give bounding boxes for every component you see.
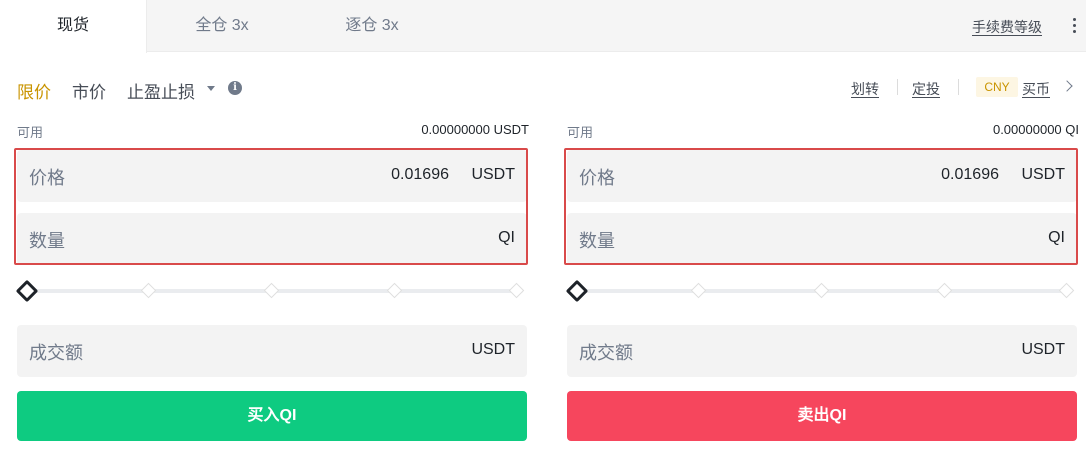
slider-tick-50[interactable] — [263, 282, 280, 299]
buy-button[interactable]: 买入QI — [17, 391, 527, 441]
slider-tick-25[interactable] — [140, 282, 157, 299]
slider-tick-75[interactable] — [936, 282, 953, 299]
price-input[interactable]: 价格 0.01696 USDT — [17, 150, 527, 202]
price-unit: USDT — [471, 166, 515, 183]
slider-thumb[interactable] — [15, 279, 39, 303]
slider-thumb[interactable] — [565, 279, 589, 303]
amount-percent-slider[interactable] — [15, 279, 529, 303]
total-label: 成交额 — [29, 343, 83, 363]
sell-button[interactable]: 卖出QI — [567, 391, 1077, 441]
buy-order-panel: 可用 0.00000000 USDT 价格 0.01696 USDT 数量 QI… — [14, 0, 529, 456]
slider-tick-25[interactable] — [690, 282, 707, 299]
amount-label: 数量 — [579, 231, 615, 251]
slider-tick-75[interactable] — [386, 282, 403, 299]
price-label: 价格 — [579, 168, 615, 188]
amount-unit: QI — [498, 229, 515, 246]
amount-label: 数量 — [29, 231, 65, 251]
available-balance: 0.00000000 USDT — [421, 122, 529, 137]
amount-unit: QI — [1048, 229, 1065, 246]
available-balance: 0.00000000 QI — [992, 122, 1079, 137]
slider-tick-50[interactable] — [813, 282, 830, 299]
price-value[interactable]: 0.01696 — [391, 166, 449, 184]
slider-tick-100[interactable] — [508, 282, 525, 299]
available-label: 可用 — [567, 125, 594, 140]
price-input[interactable]: 价格 0.01696 USDT — [567, 150, 1077, 202]
amount-percent-slider[interactable] — [565, 279, 1079, 303]
price-value[interactable]: 0.01696 — [941, 166, 999, 184]
amount-input[interactable]: 数量 QI — [17, 213, 527, 265]
total-unit: USDT — [1021, 341, 1065, 358]
price-unit: USDT — [1021, 166, 1065, 183]
amount-input[interactable]: 数量 QI — [567, 213, 1077, 265]
total-label: 成交额 — [579, 343, 633, 363]
total-unit: USDT — [471, 341, 515, 358]
total-input[interactable]: 成交额 USDT — [567, 325, 1077, 377]
total-input[interactable]: 成交额 USDT — [17, 325, 527, 377]
available-label: 可用 — [17, 125, 44, 140]
slider-tick-100[interactable] — [1058, 282, 1075, 299]
sell-order-panel: 可用 0.00000000 QI 价格 0.01696 USDT 数量 QI 成… — [564, 0, 1079, 456]
price-label: 价格 — [29, 168, 65, 188]
